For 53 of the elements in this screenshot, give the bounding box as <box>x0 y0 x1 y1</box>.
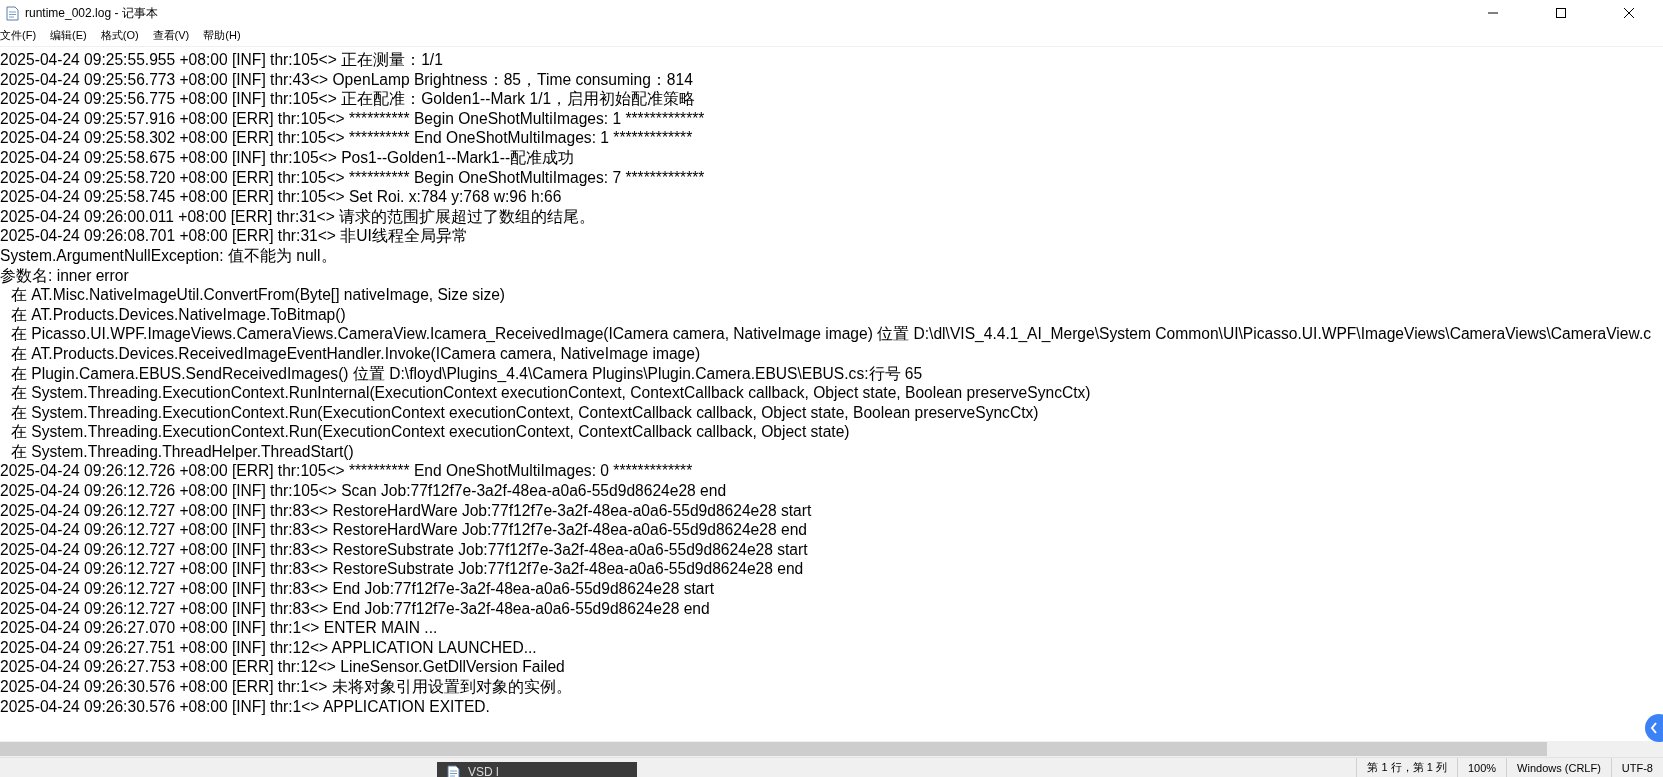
log-line: 2025-04-24 09:26:12.726 +08:00 [INF] thr:105<> Scan Job:77f12f7e-3a2f-48ea-a0a6-55d9d8624e28 end <box>0 481 728 501</box>
log-line: 在 System.Threading.ExecutionContext.RunInternal(ExecutionContext executionContext, ContextCallback callback, Object state, Boolean preserveSyncCtx) <box>11 383 1092 403</box>
log-line: 在 System.Threading.ExecutionContext.Run(ExecutionContext executionContext, ContextCallback callback, Object state, Boolean preserveSyncCtx) <box>11 402 1040 423</box>
log-line: 2025-04-24 09:26:27.751 +08:00 [INF] thr:12<> APPLICATION LAUNCHED... <box>0 637 538 658</box>
menu-item[interactable]: 格式(O) <box>100 27 139 43</box>
log-line: 2025-04-24 09:26:08.701 +08:00 [ERR] thr:31<> 非UI线程全局异常 <box>0 226 469 246</box>
menu-item[interactable]: 帮助(H) <box>203 27 241 43</box>
log-line: 2025-04-24 09:26:12.727 +08:00 [INF] thr:83<> End Job:77f12f7e-3a2f-48ea-a0a6-55d9d8624e28 start <box>0 579 715 599</box>
taskbar-preview[interactable]: VSD l <box>437 762 637 777</box>
log-line: 2025-04-24 09:25:56.773 +08:00 [INF] thr:43<> OpenLamp Brightness：85，Time consuming：814 <box>0 69 694 90</box>
log-line: 在 AT.Products.Devices.ReceivedImageEventHandler.Invoke(ICamera camera, NativeImage image) <box>11 343 702 364</box>
log-line: 2025-04-24 09:26:27.753 +08:00 [ERR] thr:12<> LineSensor.GetDllVersion Failed <box>0 657 566 677</box>
log-line: 2025-04-24 09:25:58.302 +08:00 [ERR] thr:105<> ********** End OneShotMultiImages: 1 ************* <box>0 128 694 148</box>
scrollbar-thumb[interactable] <box>0 742 1547 756</box>
log-line: 在 AT.Misc.NativeImageUtil.ConvertFrom(Byte[] nativeImage, Size size) <box>11 285 507 305</box>
menu-item[interactable]: 查看(V) <box>152 27 190 43</box>
status-text: 100% <box>1456 758 1507 777</box>
status-text: UTF-8 <box>1610 758 1663 777</box>
file-icon <box>447 764 460 777</box>
log-line: 在 Plugin.Camera.EBUS.SendReceivedImages() 位置 D:\floyd\Plugins_4.4\Camera Plugins\Plugin.Camera.EBUS\EBUS.cs:行号 65 <box>11 363 924 384</box>
log-line: 2025-04-24 09:26:12.727 +08:00 [INF] thr:83<> End Job:77f12f7e-3a2f-48ea-a0a6-55d9d8624e28 end <box>0 598 711 619</box>
log-line: System.ArgumentNullException: 值不能为 null。 <box>0 245 338 266</box>
menu-item[interactable]: 文件(F) <box>0 27 37 43</box>
preview-label: VSD l <box>468 765 499 777</box>
notepad-icon <box>6 5 19 21</box>
log-line: 在 System.Threading.ThreadHelper.ThreadStart() <box>11 441 355 462</box>
log-line: 2025-04-24 09:25:58.675 +08:00 [INF] thr:105<> Pos1--Golden1--Mark1--配准成功 <box>0 147 576 168</box>
log-line: 2025-04-24 09:26:12.727 +08:00 [INF] thr:83<> RestoreSubstrate Job:77f12f7e-3a2f-48ea-a0a6-55d9d8624e28 end <box>0 559 805 580</box>
log-line: 2025-04-24 09:25:55.955 +08:00 [INF] thr:105<> 正在测量：1/1 <box>0 50 444 70</box>
log-line: 2025-04-24 09:26:30.576 +08:00 [ERR] thr:1<> 未将对象引用设置到对象的实例。 <box>0 677 573 697</box>
log-line: 2025-04-24 09:25:56.775 +08:00 [INF] thr:105<> 正在配准：Golden1--Mark 1/1，启用初始配准策略 <box>0 89 697 109</box>
window-title: runtime_002.log - 记事本 <box>25 4 158 22</box>
log-line: 2025-04-24 09:26:12.726 +08:00 [ERR] thr:105<> ********** End OneShotMultiImages: 0 ************* <box>0 461 694 482</box>
maximize-icon <box>1555 7 1567 19</box>
log-line: 2025-04-24 09:25:57.916 +08:00 [ERR] thr:105<> ********** Begin OneShotMultiImages: 1 ************* <box>0 108 706 129</box>
log-line: 2025-04-24 09:26:12.727 +08:00 [INF] thr:83<> RestoreHardWare Job:77f12f7e-3a2f-48ea-a0a6-55d9d8624e28 start <box>0 500 813 521</box>
menu-item[interactable]: 编辑(E) <box>50 27 87 43</box>
minimize-icon <box>1487 12 1499 14</box>
log-line: 2025-04-24 09:26:12.727 +08:00 [INF] thr:83<> RestoreHardWare Job:77f12f7e-3a2f-48ea-a0a6-55d9d8624e28 end <box>0 520 808 540</box>
chevron-left-icon <box>1650 722 1658 734</box>
log-line: 2025-04-24 09:25:58.745 +08:00 [ERR] thr:105<> Set Roi. x:784 y:768 w:96 h:66 <box>0 187 563 207</box>
log-line: 在 AT.Products.Devices.NativeImage.ToBitmap() <box>11 304 347 325</box>
log-line: 2025-04-24 09:26:00.011 +08:00 [ERR] thr:31<> 请求的范围扩展超过了数组的结尾。 <box>0 206 597 227</box>
log-line: 参数名: inner error <box>0 265 130 286</box>
log-line: 在 System.Threading.ExecutionContext.Run(ExecutionContext executionContext, ContextCallback callback, Object state) <box>11 422 851 442</box>
log-line: 2025-04-24 09:26:12.727 +08:00 [INF] thr:83<> RestoreSubstrate Job:77f12f7e-3a2f-48ea-a0a6-55d9d8624e28 start <box>0 539 809 560</box>
log-line: 2025-04-24 09:25:58.720 +08:00 [ERR] thr:105<> ********** Begin OneShotMultiImages: 7 ************* <box>0 167 706 188</box>
close-icon <box>1623 7 1635 19</box>
status-text: 第 1 行，第 1 列 <box>1356 758 1457 777</box>
status-text: Windows (CRLF) <box>1506 758 1611 777</box>
log-line: 在 Picasso.UI.WPF.ImageViews.CameraViews.CameraView.Icamera_ReceivedImage(ICamera camera, NativeImage image) 位置 D:\dl\VIS_4.4.1_AI_Merge\System Common\UI\Picasso.UI.WPF\ImageViews\CameraViews\CameraView.c <box>11 324 1653 344</box>
log-line: 2025-04-24 09:26:27.070 +08:00 [INF] thr:1<> ENTER MAIN ... <box>0 618 439 638</box>
log-line: 2025-04-24 09:26:30.576 +08:00 [INF] thr:1<> APPLICATION EXITED. <box>0 696 491 717</box>
